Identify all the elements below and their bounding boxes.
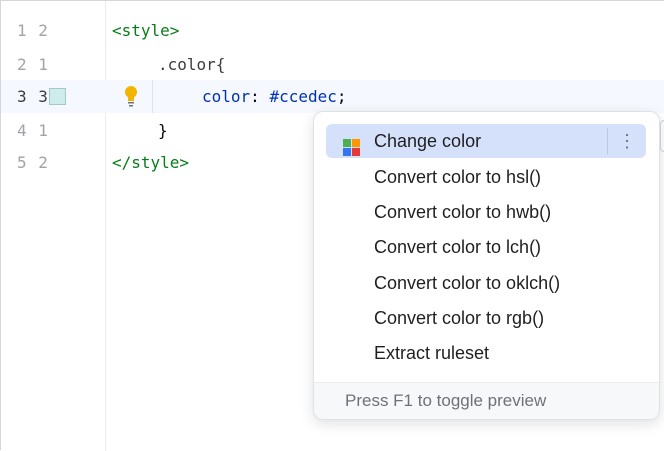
code-line-1[interactable]: 1 2 <style> (1, 14, 664, 47)
line-number: 3 3 (17, 87, 49, 106)
css-semicolon: ; (336, 87, 347, 106)
line-number: 2 1 (17, 55, 49, 74)
code-text: </style> (112, 153, 190, 172)
code-line-3[interactable]: 3 3 color: #ccedec; (1, 80, 664, 113)
item-label: Convert color to rgb() (374, 308, 545, 328)
color-swatch[interactable] (49, 88, 66, 105)
code-text: } (158, 121, 168, 140)
css-property: color (202, 87, 251, 106)
css-value: #ccedec (269, 87, 337, 106)
convert-oklch-item[interactable]: Convert color to oklch() (326, 266, 646, 300)
extract-ruleset-item[interactable]: Extract ruleset (326, 336, 646, 370)
item-label: Convert color to hsl() (374, 167, 542, 187)
indent-guide (152, 80, 153, 113)
item-label: Convert color to hwb() (374, 202, 552, 222)
lightbulb-icon[interactable] (123, 83, 139, 109)
item-label: Change color (374, 131, 482, 151)
popup-footer: Press F1 to toggle preview (314, 382, 659, 419)
preview-panel-edge (660, 120, 664, 152)
line-number: 4 1 (17, 121, 49, 140)
item-label: Convert color to lch() (374, 237, 542, 257)
css-colon: : (250, 87, 270, 106)
more-vertical-icon[interactable]: ⋮ (607, 128, 646, 154)
convert-lch-item[interactable]: Convert color to lch() (326, 230, 646, 264)
intention-actions-popup: Change color ⋮ Convert color to hsl() Co… (313, 111, 660, 420)
convert-rgb-item[interactable]: Convert color to rgb() (326, 301, 646, 335)
code-text: <style> (112, 21, 180, 40)
line-number: 5 2 (17, 153, 49, 172)
item-label: Convert color to oklch() (374, 273, 561, 293)
change-color-item[interactable]: Change color ⋮ (326, 124, 646, 158)
code-text: .color{ (158, 55, 226, 74)
line-number: 1 2 (17, 21, 49, 40)
item-label: Extract ruleset (374, 343, 490, 363)
convert-hsl-item[interactable]: Convert color to hsl() (326, 160, 646, 194)
color-palette-icon (343, 133, 360, 156)
convert-hwb-item[interactable]: Convert color to hwb() (326, 195, 646, 229)
code-line-2[interactable]: 2 1 .color{ (1, 48, 664, 81)
code-text: color: #ccedec; (202, 87, 347, 106)
